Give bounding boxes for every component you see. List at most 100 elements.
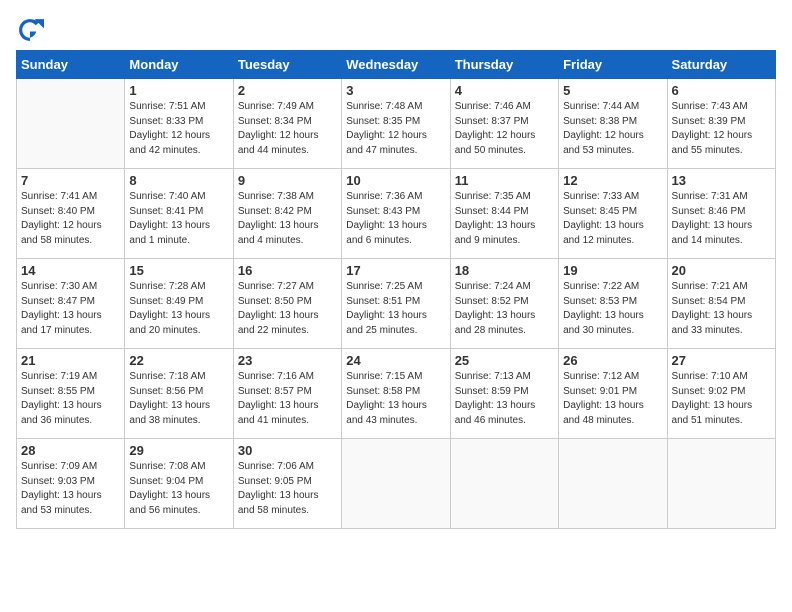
calendar-cell [450, 439, 558, 529]
cell-info: Sunrise: 7:25 AMSunset: 8:51 PMDaylight:… [346, 280, 445, 338]
weekday-header-wednesday: Wednesday [342, 51, 450, 79]
calendar-cell: 27 Sunrise: 7:10 AMSunset: 9:02 PMDayligh… [667, 349, 775, 439]
day-number: 19 [563, 263, 662, 278]
cell-info: Sunrise: 7:46 AMSunset: 8:37 PMDaylight:… [455, 100, 554, 158]
cell-info: Sunrise: 7:33 AMSunset: 8:45 PMDaylight:… [563, 190, 662, 248]
calendar-cell: 26 Sunrise: 7:12 AMSunset: 9:01 PMDayligh… [559, 349, 667, 439]
day-number: 12 [563, 173, 662, 188]
day-number: 9 [238, 173, 337, 188]
calendar-cell: 29Sunrise: 7:08 AMSunset: 9:04 PMDayligh… [125, 439, 233, 529]
day-number: 27 [672, 353, 771, 368]
cell-info: Sunrise: 7:16 AMSunset: 8:57 PMDaylight:… [238, 370, 337, 428]
calendar-cell: 21 Sunrise: 7:19 AMSunset: 8:55 PMDayligh… [17, 349, 125, 439]
cell-info: Sunrise: 7:41 AMSunset: 8:40 PMDaylight:… [21, 190, 120, 248]
day-number: 13 [672, 173, 771, 188]
calendar-cell: 4 Sunrise: 7:46 AMSunset: 8:37 PMDaylight… [450, 79, 558, 169]
calendar-cell: 13 Sunrise: 7:31 AMSunset: 8:46 PMDayligh… [667, 169, 775, 259]
day-number: 7 [21, 173, 120, 188]
calendar-cell: 8 Sunrise: 7:40 AMSunset: 8:41 PMDaylight… [125, 169, 233, 259]
day-number: 14 [21, 263, 120, 278]
calendar-week-row: 1Sunrise: 7:51 AMSunset: 8:33 PMDaylight… [17, 79, 776, 169]
cell-info: Sunrise: 7:49 AMSunset: 8:34 PMDaylight:… [238, 100, 337, 158]
calendar-cell: 22Sunrise: 7:18 AMSunset: 8:56 PMDayligh… [125, 349, 233, 439]
calendar-cell: 23 Sunrise: 7:16 AMSunset: 8:57 PMDayligh… [233, 349, 341, 439]
calendar-cell: 19 Sunrise: 7:22 AMSunset: 8:53 PMDayligh… [559, 259, 667, 349]
cell-info: Sunrise: 7:24 AMSunset: 8:52 PMDaylight:… [455, 280, 554, 338]
cell-info: Sunrise: 7:19 AMSunset: 8:55 PMDaylight:… [21, 370, 120, 428]
calendar-cell: 14 Sunrise: 7:30 AMSunset: 8:47 PMDayligh… [17, 259, 125, 349]
calendar-header-row: SundayMondayTuesdayWednesdayThursdayFrid… [17, 51, 776, 79]
cell-info: Sunrise: 7:27 AMSunset: 8:50 PMDaylight:… [238, 280, 337, 338]
weekday-header-tuesday: Tuesday [233, 51, 341, 79]
calendar-cell: 24 Sunrise: 7:15 AMSunset: 8:58 PMDayligh… [342, 349, 450, 439]
cell-info: Sunrise: 7:09 AMSunset: 9:03 PMDaylight:… [21, 460, 120, 518]
day-number: 20 [672, 263, 771, 278]
calendar-cell [667, 439, 775, 529]
day-number: 28 [21, 443, 120, 458]
calendar-cell [17, 79, 125, 169]
calendar-cell: 16 Sunrise: 7:27 AMSunset: 8:50 PMDayligh… [233, 259, 341, 349]
day-number: 15 [129, 263, 228, 278]
cell-info: Sunrise: 7:15 AMSunset: 8:58 PMDaylight:… [346, 370, 445, 428]
day-number: 1 [129, 83, 228, 98]
calendar-week-row: 21 Sunrise: 7:19 AMSunset: 8:55 PMDayligh… [17, 349, 776, 439]
calendar-cell: 11 Sunrise: 7:35 AMSunset: 8:44 PMDayligh… [450, 169, 558, 259]
calendar-cell: 12 Sunrise: 7:33 AMSunset: 8:45 PMDayligh… [559, 169, 667, 259]
cell-info: Sunrise: 7:35 AMSunset: 8:44 PMDaylight:… [455, 190, 554, 248]
calendar-cell: 2Sunrise: 7:49 AMSunset: 8:34 PMDaylight… [233, 79, 341, 169]
calendar-cell: 15 Sunrise: 7:28 AMSunset: 8:49 PMDayligh… [125, 259, 233, 349]
calendar-table: SundayMondayTuesdayWednesdayThursdayFrid… [16, 50, 776, 529]
day-number: 24 [346, 353, 445, 368]
day-number: 25 [455, 353, 554, 368]
cell-info: Sunrise: 7:12 AMSunset: 9:01 PMDaylight:… [563, 370, 662, 428]
day-number: 4 [455, 83, 554, 98]
cell-info: Sunrise: 7:21 AMSunset: 8:54 PMDaylight:… [672, 280, 771, 338]
cell-info: Sunrise: 7:31 AMSunset: 8:46 PMDaylight:… [672, 190, 771, 248]
calendar-cell: 17 Sunrise: 7:25 AMSunset: 8:51 PMDayligh… [342, 259, 450, 349]
calendar-cell: 10Sunrise: 7:36 AMSunset: 8:43 PMDayligh… [342, 169, 450, 259]
calendar-cell: 6 Sunrise: 7:43 AMSunset: 8:39 PMDaylight… [667, 79, 775, 169]
day-number: 23 [238, 353, 337, 368]
weekday-header-monday: Monday [125, 51, 233, 79]
calendar-cell: 1Sunrise: 7:51 AMSunset: 8:33 PMDaylight… [125, 79, 233, 169]
calendar-cell: 28 Sunrise: 7:09 AMSunset: 9:03 PMDayligh… [17, 439, 125, 529]
weekday-header-sunday: Sunday [17, 51, 125, 79]
day-number: 22 [129, 353, 228, 368]
calendar-cell: 3Sunrise: 7:48 AMSunset: 8:35 PMDaylight… [342, 79, 450, 169]
cell-info: Sunrise: 7:08 AMSunset: 9:04 PMDaylight:… [129, 460, 228, 518]
cell-info: Sunrise: 7:43 AMSunset: 8:39 PMDaylight:… [672, 100, 771, 158]
day-number: 30 [238, 443, 337, 458]
day-number: 11 [455, 173, 554, 188]
cell-info: Sunrise: 7:22 AMSunset: 8:53 PMDaylight:… [563, 280, 662, 338]
page-header [16, 16, 776, 44]
cell-info: Sunrise: 7:48 AMSunset: 8:35 PMDaylight:… [346, 100, 445, 158]
calendar-week-row: 14 Sunrise: 7:30 AMSunset: 8:47 PMDayligh… [17, 259, 776, 349]
cell-info: Sunrise: 7:13 AMSunset: 8:59 PMDaylight:… [455, 370, 554, 428]
calendar-week-row: 28 Sunrise: 7:09 AMSunset: 9:03 PMDayligh… [17, 439, 776, 529]
calendar-cell [342, 439, 450, 529]
day-number: 10 [346, 173, 445, 188]
calendar-cell [559, 439, 667, 529]
weekday-header-thursday: Thursday [450, 51, 558, 79]
cell-info: Sunrise: 7:28 AMSunset: 8:49 PMDaylight:… [129, 280, 228, 338]
calendar-cell: 7 Sunrise: 7:41 AMSunset: 8:40 PMDaylight… [17, 169, 125, 259]
day-number: 8 [129, 173, 228, 188]
calendar-week-row: 7 Sunrise: 7:41 AMSunset: 8:40 PMDaylight… [17, 169, 776, 259]
cell-info: Sunrise: 7:38 AMSunset: 8:42 PMDaylight:… [238, 190, 337, 248]
day-number: 6 [672, 83, 771, 98]
cell-info: Sunrise: 7:40 AMSunset: 8:41 PMDaylight:… [129, 190, 228, 248]
cell-info: Sunrise: 7:06 AMSunset: 9:05 PMDaylight:… [238, 460, 337, 518]
calendar-cell: 30 Sunrise: 7:06 AMSunset: 9:05 PMDayligh… [233, 439, 341, 529]
cell-info: Sunrise: 7:10 AMSunset: 9:02 PMDaylight:… [672, 370, 771, 428]
day-number: 26 [563, 353, 662, 368]
weekday-header-friday: Friday [559, 51, 667, 79]
cell-info: Sunrise: 7:30 AMSunset: 8:47 PMDaylight:… [21, 280, 120, 338]
day-number: 5 [563, 83, 662, 98]
calendar-body: 1Sunrise: 7:51 AMSunset: 8:33 PMDaylight… [17, 79, 776, 529]
day-number: 16 [238, 263, 337, 278]
day-number: 17 [346, 263, 445, 278]
day-number: 21 [21, 353, 120, 368]
calendar-cell: 20 Sunrise: 7:21 AMSunset: 8:54 PMDayligh… [667, 259, 775, 349]
calendar-cell: 25 Sunrise: 7:13 AMSunset: 8:59 PMDayligh… [450, 349, 558, 439]
calendar-cell: 18Sunrise: 7:24 AMSunset: 8:52 PMDayligh… [450, 259, 558, 349]
